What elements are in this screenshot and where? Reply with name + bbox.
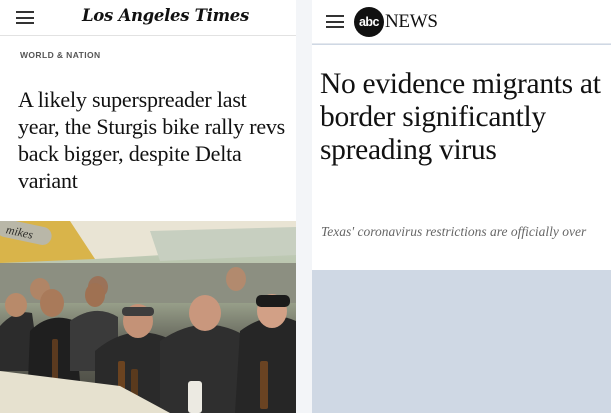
lat-header: Los Angeles Times xyxy=(0,0,296,36)
abc-article-panel: abc NEWS No evidence migrants at border … xyxy=(312,0,611,413)
lat-article-panel: Los Angeles Times WORLD & NATION A likel… xyxy=(0,0,296,413)
abc-logo-mark[interactable]: abc xyxy=(354,7,384,37)
section-label[interactable]: WORLD & NATION xyxy=(20,50,101,60)
article-headline[interactable]: A likely superspreader last year, the St… xyxy=(18,86,288,194)
lat-logo[interactable]: Los Angeles Times xyxy=(82,6,282,25)
panel-divider xyxy=(296,0,312,413)
hamburger-menu-icon[interactable] xyxy=(16,11,34,24)
abc-logo-wordmark[interactable]: NEWS xyxy=(385,11,438,33)
article-headline[interactable]: No evidence migrants at border significa… xyxy=(320,68,605,167)
abc-header: abc NEWS xyxy=(312,0,611,44)
article-photo[interactable]: mikes xyxy=(0,221,296,413)
hamburger-menu-icon[interactable] xyxy=(326,15,344,28)
article-subheadline[interactable]: Texas' coronavirus restrictions are offi… xyxy=(321,223,606,240)
bikers-photo-illustration: mikes xyxy=(0,221,296,413)
